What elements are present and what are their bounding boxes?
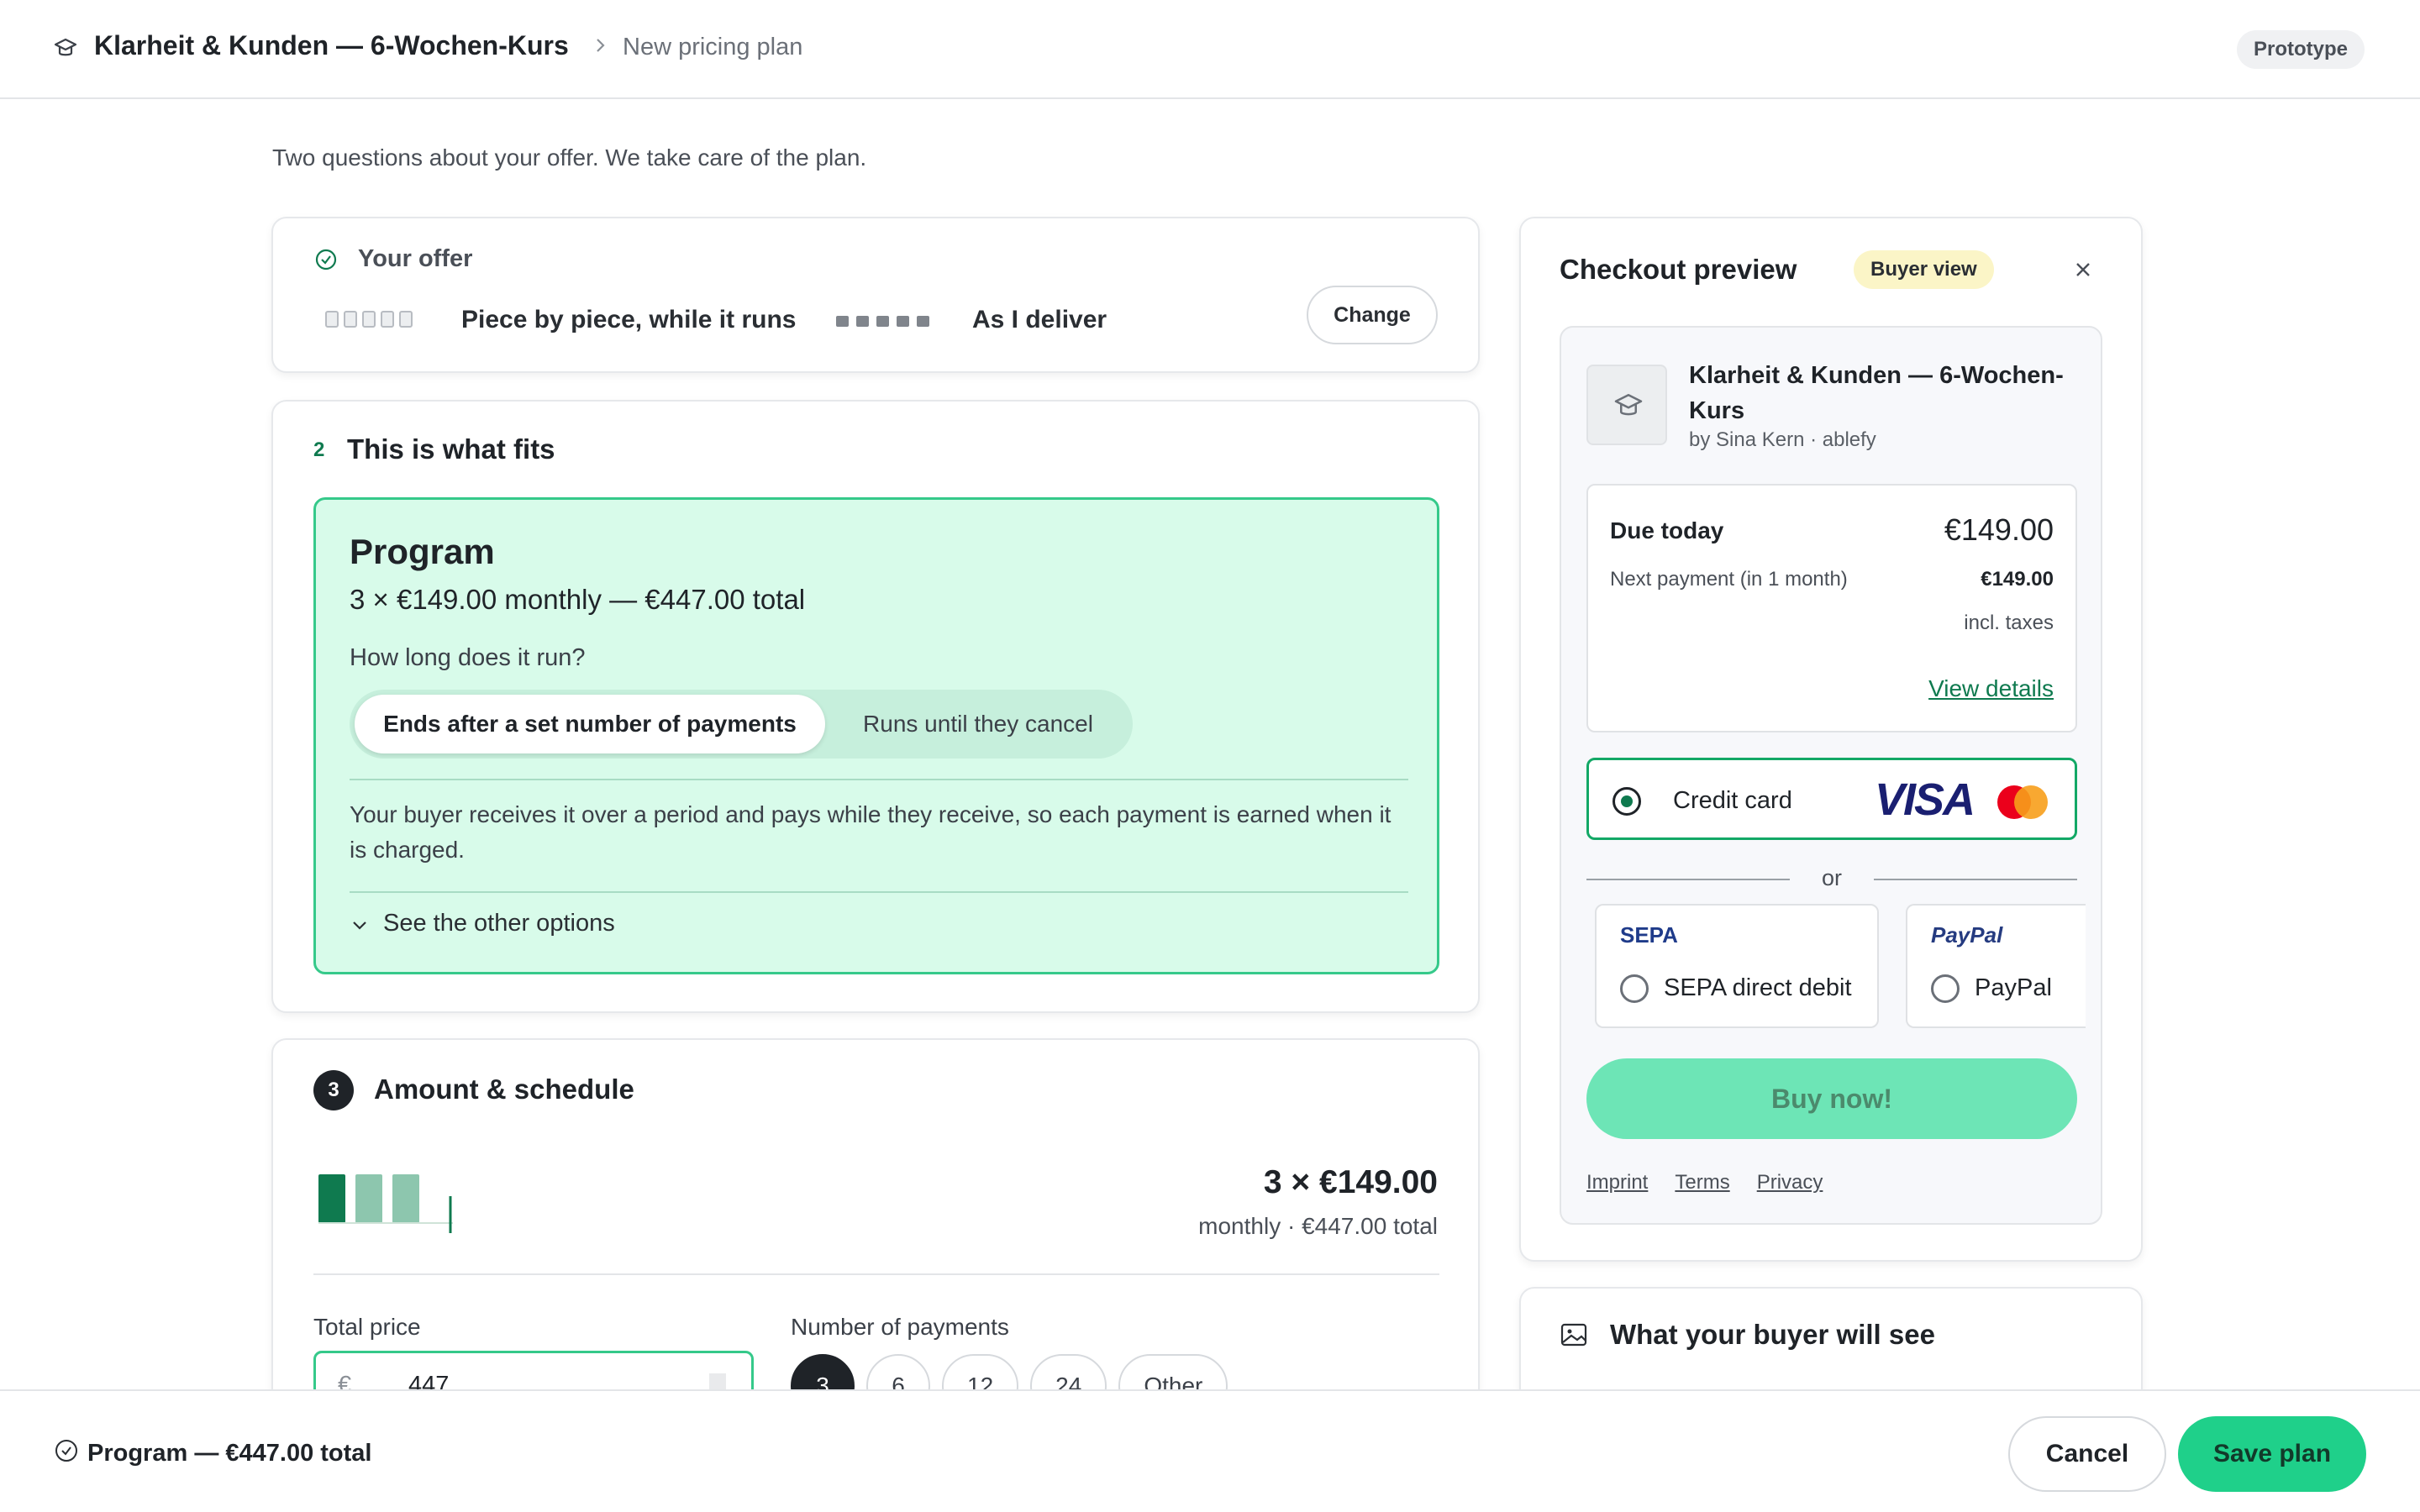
paypal-logo: PayPal: [1931, 922, 2003, 948]
delivery-pieces-icon: [325, 311, 413, 328]
total-price-label: Total price: [313, 1314, 421, 1340]
credit-card-radio[interactable]: [1612, 787, 1641, 816]
duration-question: How long does it run?: [350, 644, 586, 671]
course-icon: [1614, 394, 1643, 416]
visa-logo: VISA: [1875, 774, 1975, 825]
schedule-bar: [392, 1174, 419, 1223]
paypal-radio[interactable]: [1931, 974, 1960, 1003]
mastercard-logo-icon: [1997, 785, 2048, 819]
or-divider: or: [1586, 862, 2077, 895]
offer-payment-option: As I deliver: [972, 306, 1107, 333]
option-set-number-payments[interactable]: Ends after a set number of payments: [355, 695, 825, 753]
product-name: Klarheit & Kunden — 6-Wochen-Kurs: [1689, 362, 2064, 424]
amount-heading: Amount & schedule: [374, 1074, 634, 1105]
save-plan-button[interactable]: Save plan: [2178, 1416, 2366, 1492]
paypal-label: PayPal: [1975, 974, 2052, 1001]
view-details-link[interactable]: View details: [1928, 675, 2054, 702]
offer-delivery-option: Piece by piece, while it runs: [461, 306, 797, 333]
amount-subline: monthly · €447.00 total: [1198, 1213, 1438, 1239]
taxes-note: incl. taxes: [1964, 612, 2054, 634]
image-icon: [1560, 1323, 1587, 1347]
offer-label: Your offer: [358, 245, 473, 272]
buy-now-button[interactable]: Buy now!: [1586, 1058, 2077, 1139]
payment-pieces-icon: [836, 316, 929, 327]
paypal-option[interactable]: PayPal PayPal: [1906, 904, 2086, 1028]
next-payment-label: Next payment (in 1 month): [1610, 568, 1848, 591]
fits-heading: This is what fits: [347, 433, 555, 465]
course-icon: [54, 38, 77, 56]
intro-text: Two questions about your offer. We take …: [272, 144, 867, 171]
sepa-label: SEPA direct debit: [1664, 974, 1852, 1001]
step-number: 2: [313, 438, 325, 461]
prototype-badge: Prototype: [2237, 30, 2365, 69]
divider: [313, 1273, 1439, 1275]
payment-summary: Due today €149.00 Next payment (in 1 mon…: [1586, 484, 2077, 732]
bottom-action-bar: Program — €447.00 total Cancel Save plan: [0, 1389, 2420, 1512]
product-seller: by Sina Kern · ablefy: [1689, 428, 1876, 451]
checkout-widget: Klarheit & Kunden — 6-Wochen-Kurs by Sin…: [1560, 326, 2102, 1225]
duration-toggle: Ends after a set number of payments Runs…: [350, 690, 1133, 759]
due-today-label: Due today: [1610, 517, 1724, 543]
course-title[interactable]: Klarheit & Kunden — 6-Wochen-Kurs: [94, 30, 569, 61]
sepa-logo: SEPA: [1620, 922, 1678, 948]
program-recommendation: Program 3 × €149.00 monthly — €447.00 to…: [313, 497, 1439, 974]
sepa-radio[interactable]: [1620, 974, 1649, 1003]
schedule-bar: [355, 1174, 382, 1223]
terms-link[interactable]: Terms: [1675, 1171, 1729, 1194]
program-title: Program: [350, 532, 495, 571]
legal-links: Imprint Terms Privacy: [1586, 1171, 1823, 1194]
due-today-value: €149.00: [1944, 512, 2054, 547]
credit-card-option[interactable]: Credit card VISA: [1586, 758, 2077, 840]
amount-headline: 3 × €149.00: [1263, 1164, 1438, 1200]
credit-card-label: Credit card: [1673, 787, 1792, 814]
step-number: 3: [313, 1070, 354, 1110]
close-icon[interactable]: [2070, 257, 2096, 282]
schedule-bar: [318, 1174, 345, 1223]
buyer-view-badge: Buyer view: [1854, 250, 1994, 289]
program-summary: 3 × €149.00 monthly — €447.00 total: [350, 584, 806, 615]
divider: [350, 779, 1408, 780]
next-payment-value: €149.00: [1981, 568, 2054, 591]
divider: [350, 891, 1408, 893]
breadcrumb-current: New pricing plan: [623, 34, 803, 60]
buyer-see-title: What your buyer will see: [1610, 1319, 1935, 1350]
imprint-link[interactable]: Imprint: [1586, 1171, 1648, 1194]
checkout-title: Checkout preview: [1560, 254, 1797, 285]
payment-schedule-chart: [318, 1174, 453, 1233]
number-of-payments-label: Number of payments: [791, 1314, 1009, 1340]
check-circle-icon: [315, 249, 337, 270]
change-offer-button[interactable]: Change: [1307, 286, 1438, 344]
product-thumbnail: [1586, 365, 1667, 445]
option-runs-until-cancel[interactable]: Runs until they cancel: [829, 695, 1128, 753]
chevron-down-icon[interactable]: [350, 915, 370, 935]
top-bar: Klarheit & Kunden — 6-Wochen-Kurs New pr…: [0, 0, 2420, 99]
fits-card: 2 This is what fits Program 3 × €149.00 …: [271, 400, 1480, 1013]
offer-card: Your offer Piece by piece, while it runs…: [271, 217, 1480, 373]
chevron-right-icon: [597, 39, 605, 52]
checkout-preview-panel: Checkout preview Buyer view Klarheit & K…: [1519, 217, 2143, 1262]
privacy-link[interactable]: Privacy: [1757, 1171, 1823, 1194]
see-other-options-link[interactable]: See the other options: [383, 910, 615, 937]
program-description: Your buyer receives it over a period and…: [350, 801, 1392, 863]
sepa-option[interactable]: SEPA SEPA direct debit: [1595, 904, 1879, 1028]
check-circle-icon: [55, 1440, 77, 1462]
plan-summary: Program — €447.00 total: [87, 1440, 372, 1467]
cancel-button[interactable]: Cancel: [2008, 1416, 2166, 1492]
